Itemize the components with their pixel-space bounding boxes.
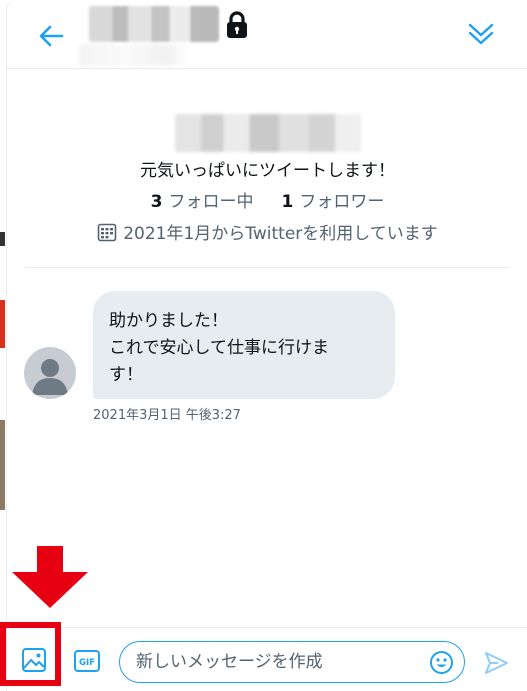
emoji-icon[interactable]	[429, 650, 454, 675]
avatar[interactable]	[24, 347, 76, 399]
message-line: す！	[109, 365, 143, 385]
gif-icon[interactable]: GIF	[74, 650, 100, 672]
message-input[interactable]	[119, 641, 465, 683]
message-timestamp: 2021年3月1日 午後3:27	[93, 408, 241, 423]
message-line: 助かりました！	[109, 311, 228, 331]
divider	[25, 267, 510, 268]
composer-divider	[7, 627, 527, 628]
arrow-left-icon[interactable]	[35, 20, 67, 52]
joined-text: 2021年1月からTwitterを利用しています	[123, 224, 438, 244]
message-line: これで安心して仕事に行けま	[109, 338, 329, 358]
conversation-header	[7, 0, 527, 69]
profile-bio: 元気いっぱいにツイートします！	[140, 161, 395, 181]
double-chevron-down-icon[interactable]	[465, 18, 497, 50]
joined-date-row: 2021年1月からTwitterを利用しています	[7, 219, 527, 244]
red-arrow-annotation-icon	[12, 546, 88, 608]
following-count: 3	[150, 192, 163, 212]
gif-label: GIF	[79, 658, 95, 668]
highlight-box-annotation	[0, 622, 61, 686]
lock-icon	[227, 11, 247, 38]
send-icon[interactable]	[483, 650, 509, 676]
followers-link[interactable]: 1 フォロワー	[282, 192, 385, 212]
following-label: フォロー中	[168, 192, 254, 212]
blurred-username	[89, 6, 219, 42]
followers-label: フォロワー	[299, 192, 385, 212]
followers-count: 1	[281, 192, 294, 212]
following-link[interactable]: 3 フォロー中	[151, 192, 254, 212]
blurred-profile-name	[175, 114, 361, 152]
message-bubble[interactable]: 助かりました！ これで安心して仕事に行けま す！	[93, 291, 395, 399]
calendar-icon	[97, 223, 117, 242]
default-avatar-icon	[32, 359, 68, 395]
follow-stats: 3 フォロー中 1 フォロワー	[7, 187, 527, 212]
blurred-handle	[79, 44, 189, 66]
